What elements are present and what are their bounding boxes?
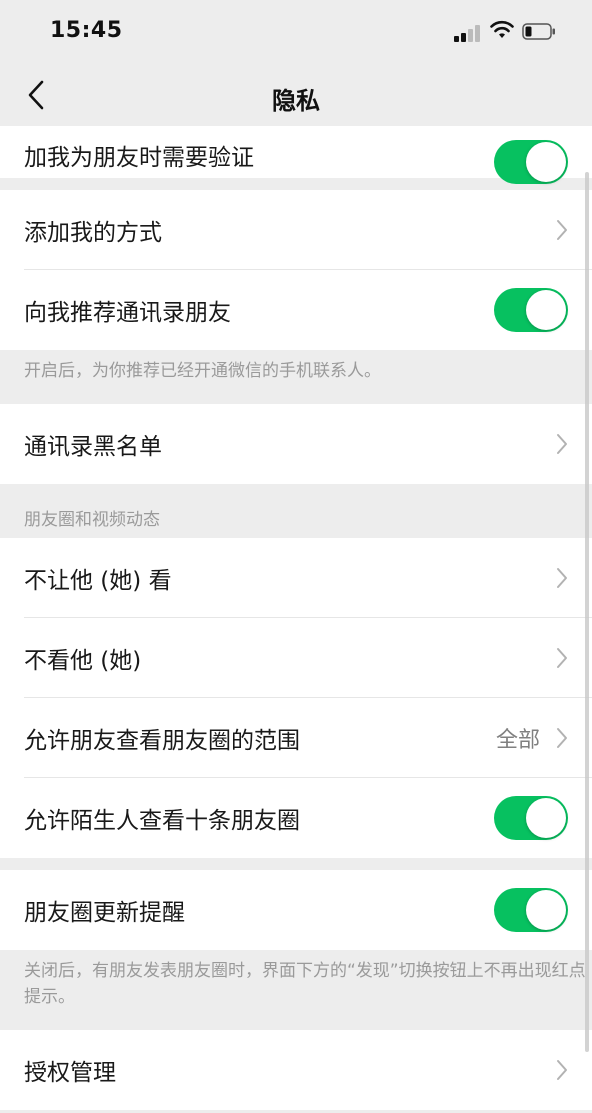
row-label: 不让他 (她) 看: [24, 568, 172, 594]
row-moments-range[interactable]: 允许朋友查看朋友圈的范围 全部: [0, 698, 592, 778]
row-label: 通讯录黑名单: [24, 434, 162, 460]
settings-group-moments: 不让他 (她) 看 不看他 (她) 允许朋友查看朋友圈的范围 全部 允许陌生人查…: [0, 538, 592, 858]
moments-update-note: 关闭后，有朋友发表朋友圈时，界面下方的“发现”切换按钮上不再出现红点提示。: [0, 950, 592, 1030]
row-auth-manage[interactable]: 授权管理: [0, 1030, 592, 1110]
section-header-label: 朋友圈和视频动态: [24, 510, 160, 530]
moments-range-value: 全部: [495, 728, 540, 753]
verify-toggle[interactable]: [494, 140, 568, 184]
moments-update-toggle[interactable]: [494, 888, 568, 932]
row-label: 添加我的方式: [24, 220, 162, 246]
row-moments-update[interactable]: 朋友圈更新提醒: [0, 870, 592, 950]
chevron-right-icon: [557, 434, 567, 454]
settings-group-verify: 加我为朋友时需要验证: [0, 126, 592, 184]
wifi-icon: [490, 20, 514, 38]
row-label: 朋友圈更新提醒: [24, 900, 185, 926]
row-dont-let-see[interactable]: 不让他 (她) 看: [0, 538, 592, 618]
row-dont-see[interactable]: 不看他 (她): [0, 618, 592, 698]
row-stranger-ten[interactable]: 允许陌生人查看十条朋友圈: [0, 778, 592, 858]
settings-group-blacklist: 通讯录黑名单: [0, 404, 592, 484]
chevron-right-icon: [557, 1060, 567, 1080]
row-label: 授权管理: [24, 1060, 116, 1086]
row-label: 向我推荐通讯录朋友: [24, 300, 231, 326]
section-gap: [0, 858, 592, 870]
toggle-knob: [526, 890, 566, 930]
toggle-knob: [526, 142, 566, 182]
row-blacklist[interactable]: 通讯录黑名单: [0, 404, 592, 484]
cellular-signal-icon: [454, 22, 484, 42]
navigation-bar: 隐私: [0, 64, 592, 126]
row-verify-friend[interactable]: 加我为朋友时需要验证: [0, 126, 592, 184]
page-title: 隐私: [272, 87, 320, 115]
status-time: 15:45: [50, 18, 123, 43]
row-label: 允许朋友查看朋友圈的范围: [24, 728, 300, 754]
recommend-note: 开启后，为你推荐已经开通微信的手机联系人。: [0, 350, 592, 404]
settings-group-update: 朋友圈更新提醒: [0, 870, 592, 950]
battery-icon: [522, 23, 555, 40]
chevron-right-icon: [557, 728, 567, 748]
toggle-knob: [526, 290, 566, 330]
settings-group-auth: 授权管理: [0, 1030, 592, 1110]
toggle-knob: [526, 798, 566, 838]
privacy-settings-screen: 15:45 隐私 加我为朋友时需要验证 添加我的方式 向我推荐通讯录朋友 开启后…: [0, 0, 592, 1113]
status-bar: 15:45: [0, 0, 592, 64]
chevron-right-icon: [557, 220, 567, 240]
row-label: 允许陌生人查看十条朋友圈: [24, 808, 300, 834]
moments-section-header: 朋友圈和视频动态: [0, 484, 592, 538]
row-label: 不看他 (她): [24, 648, 142, 674]
row-add-methods[interactable]: 添加我的方式: [0, 190, 592, 270]
recommend-contacts-toggle[interactable]: [494, 288, 568, 332]
stranger-ten-toggle[interactable]: [494, 796, 568, 840]
settings-group-add: 添加我的方式 向我推荐通讯录朋友: [0, 190, 592, 350]
chevron-right-icon: [557, 568, 567, 588]
scrollbar[interactable]: [585, 172, 589, 1052]
row-label: 加我为朋友时需要验证: [24, 145, 254, 171]
chevron-right-icon: [557, 648, 567, 668]
settings-list: 加我为朋友时需要验证 添加我的方式 向我推荐通讯录朋友 开启后，为你推荐已经开通…: [0, 126, 592, 1113]
row-recommend-contacts[interactable]: 向我推荐通讯录朋友: [0, 270, 592, 350]
